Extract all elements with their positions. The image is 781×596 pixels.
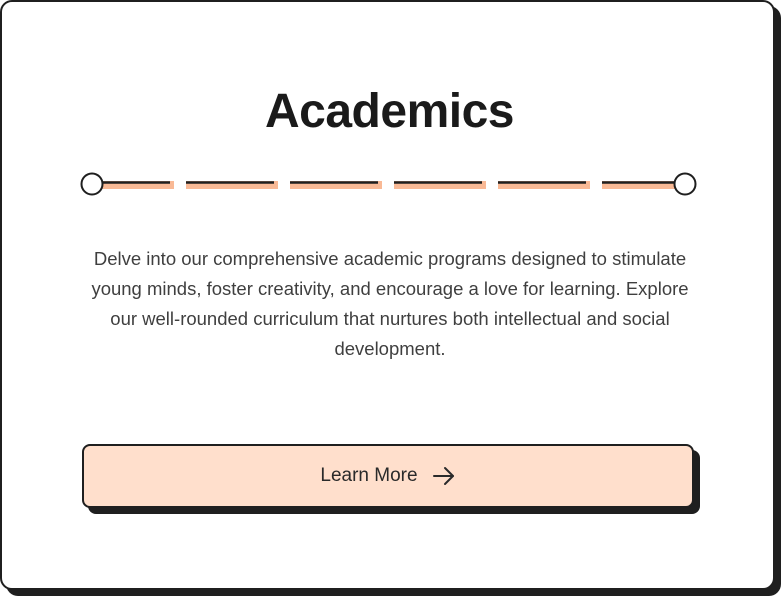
divider-start-dot bbox=[80, 172, 104, 196]
learn-more-button[interactable]: Learn More bbox=[82, 444, 694, 508]
divider-end-dot bbox=[673, 172, 697, 196]
divider-accent-dashes bbox=[94, 181, 682, 189]
card-description: Delve into our comprehensive academic pr… bbox=[91, 248, 689, 359]
arrow-right-icon bbox=[432, 464, 456, 488]
card-title: Academics bbox=[265, 85, 514, 138]
dashed-divider bbox=[80, 172, 697, 196]
academics-card: Academics Delve into our comprehensive a… bbox=[0, 0, 775, 590]
learn-more-label: Learn More bbox=[320, 465, 418, 486]
